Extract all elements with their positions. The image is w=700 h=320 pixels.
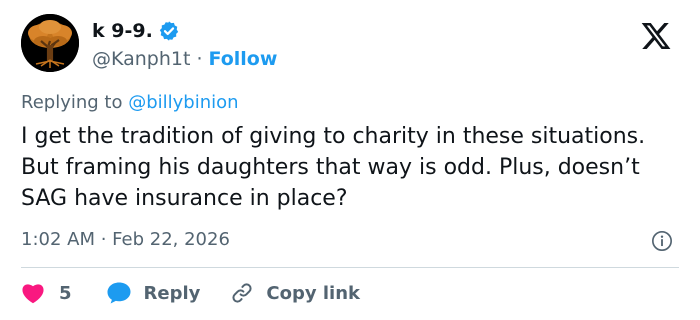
speech-bubble-icon [107, 282, 131, 304]
copy-link-button[interactable]: Copy link [230, 281, 360, 305]
info-icon[interactable] [651, 230, 673, 252]
reply-label: Reply [143, 282, 201, 304]
link-icon [232, 283, 252, 303]
author-handle[interactable]: @Kanph1t [92, 48, 190, 70]
author-name-row: k 9-9. [92, 17, 180, 45]
action-bar: 5 Reply Copy link [21, 279, 360, 307]
reply-button[interactable]: Reply [106, 281, 201, 305]
like-count: 5 [59, 282, 72, 304]
reply-context: Replying to @billybinion [21, 92, 239, 113]
handle-separator: · [196, 48, 203, 70]
x-logo-icon[interactable] [640, 20, 672, 52]
tweet-card: k 9-9. @Kanph1t · Follow Replying to @bi… [0, 0, 700, 320]
heart-icon [22, 284, 44, 304]
copy-link-label: Copy link [266, 282, 360, 304]
reply-context-prefix: Replying to [21, 92, 123, 113]
author-handle-row: @Kanph1t · Follow [92, 46, 277, 72]
verified-badge-icon[interactable] [158, 20, 180, 42]
follow-button[interactable]: Follow [209, 48, 278, 70]
author-display-name[interactable]: k 9-9. [92, 20, 153, 42]
tree-icon [21, 14, 79, 72]
avatar[interactable] [21, 14, 79, 72]
divider [21, 267, 679, 268]
reply-mention-link[interactable]: @billybinion [128, 92, 238, 113]
tweet-text: I get the tradition of giving to charity… [21, 124, 646, 211]
tweet-timestamp[interactable]: 1:02 AM · Feb 22, 2026 [21, 229, 230, 250]
like-button[interactable]: 5 [21, 282, 72, 304]
